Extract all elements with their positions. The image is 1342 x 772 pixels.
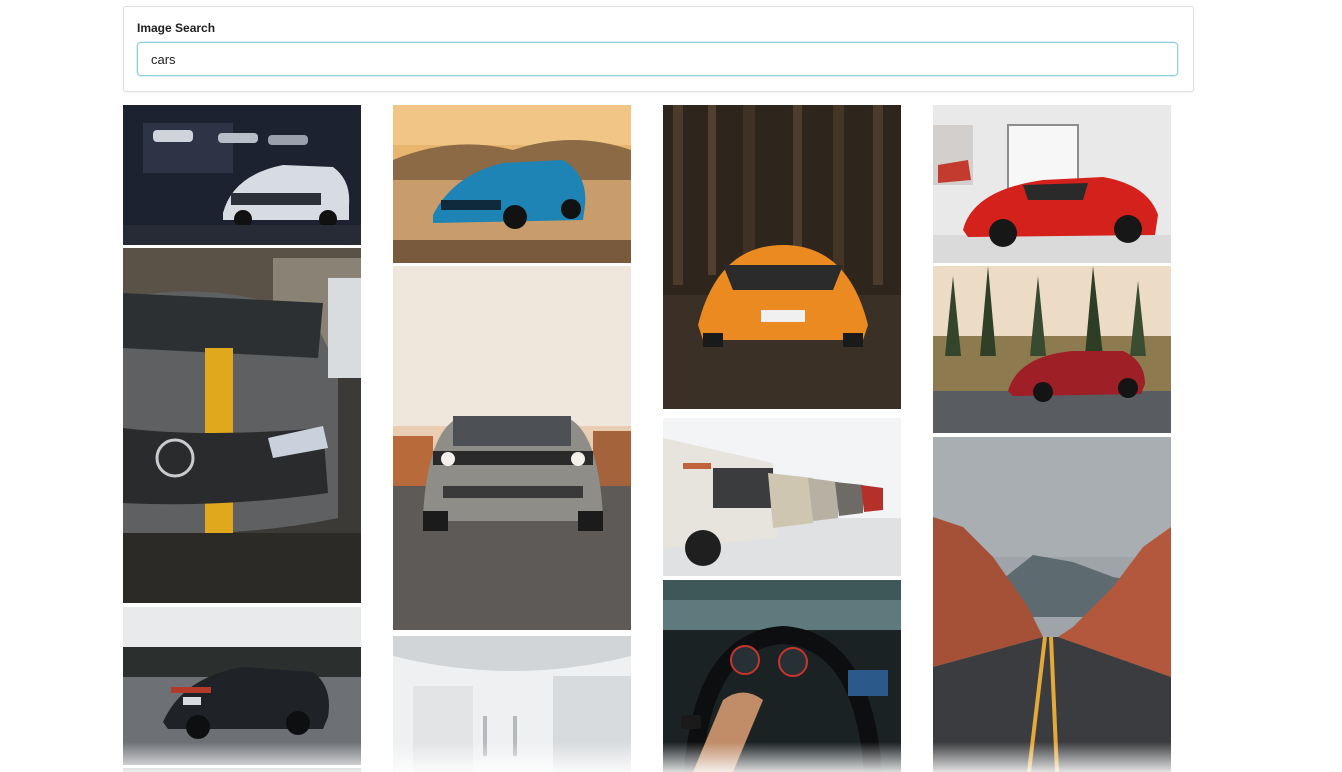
- search-card: Image Search: [123, 6, 1194, 92]
- result-image-camaro-garage[interactable]: [123, 105, 361, 245]
- search-input[interactable]: [137, 42, 1178, 76]
- result-image-challenger-sunset[interactable]: [393, 266, 631, 630]
- search-label: Image Search: [137, 21, 216, 35]
- result-image-orange-lamborghini-forest[interactable]: [663, 105, 901, 409]
- result-image-porsche-road[interactable]: [123, 607, 361, 765]
- result-image-desert-road[interactable]: [933, 437, 1171, 772]
- result-image-red-amg-forest[interactable]: [933, 266, 1171, 433]
- result-image-mercedes-yellow-stripe[interactable]: [123, 248, 361, 603]
- result-image-blue-camaro-sand[interactable]: [393, 105, 631, 263]
- result-image-classic-bmw-row[interactable]: [663, 418, 901, 576]
- result-image-red-ferrari-showroom[interactable]: [933, 105, 1171, 263]
- result-image-audi-steering-wheel[interactable]: [663, 580, 901, 772]
- result-image-car-partial[interactable]: [123, 768, 361, 772]
- result-image-white-interior[interactable]: [393, 636, 631, 772]
